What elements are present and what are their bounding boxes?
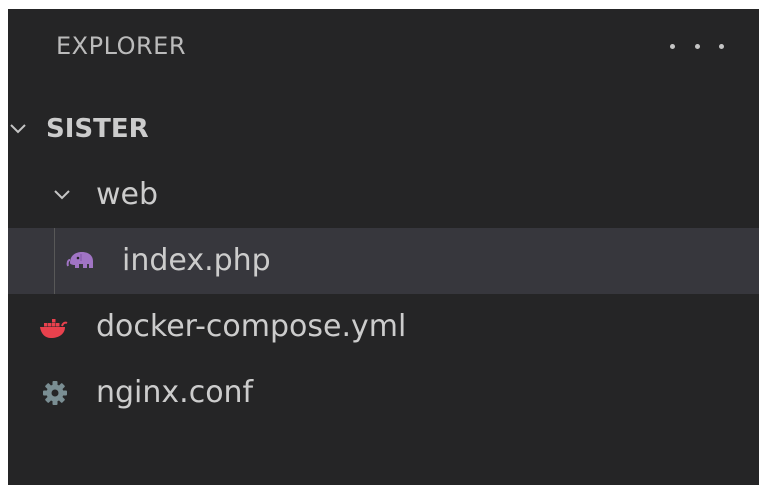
more-actions-button[interactable] bbox=[670, 31, 724, 61]
explorer-title: EXPLORER bbox=[56, 32, 186, 60]
chevron-down-icon bbox=[54, 190, 70, 200]
php-elephant-icon bbox=[66, 252, 93, 268]
ellipsis-icon bbox=[694, 43, 700, 49]
screenshot-frame: EXPLORER SISTER web index.php docker-com… bbox=[0, 0, 759, 489]
ellipsis-icon bbox=[719, 43, 724, 49]
tree-item-folder-web[interactable]: web bbox=[8, 162, 759, 228]
tree-item-file-docker-compose[interactable]: docker-compose.yml bbox=[8, 294, 759, 360]
ellipsis-icon bbox=[670, 43, 675, 49]
chevron-down-icon bbox=[10, 124, 26, 134]
explorer-panel: EXPLORER SISTER web index.php docker-com… bbox=[8, 9, 759, 485]
gear-icon bbox=[43, 381, 67, 405]
tree-item-label: index.php bbox=[122, 243, 271, 278]
tree-item-label: docker-compose.yml bbox=[96, 309, 407, 344]
tree-item-label: SISTER bbox=[46, 114, 149, 144]
tree-item-file-nginx-conf[interactable]: nginx.conf bbox=[8, 360, 759, 426]
explorer-header: EXPLORER bbox=[8, 9, 759, 85]
tree-item-label: web bbox=[96, 177, 159, 212]
indent-guide bbox=[54, 228, 55, 294]
tree-item-label: nginx.conf bbox=[96, 375, 254, 410]
tree-item-root-sister[interactable]: SISTER bbox=[8, 96, 759, 162]
tree-item-file-index-php[interactable]: index.php bbox=[8, 228, 759, 294]
docker-whale-icon bbox=[40, 319, 68, 338]
